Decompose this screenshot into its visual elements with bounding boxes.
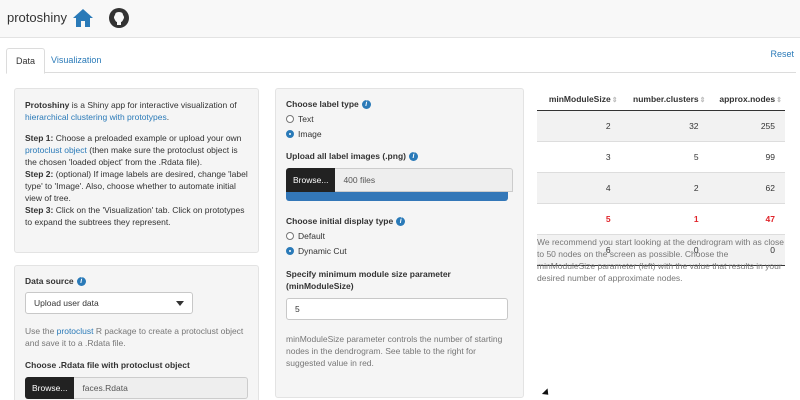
radio-button-selected[interactable] xyxy=(286,130,294,138)
help-text: Use the xyxy=(25,326,57,336)
table-header-row: minModuleSize⇕ number.clusters⇕ approx.n… xyxy=(537,88,785,111)
info-icon[interactable]: i xyxy=(361,99,371,109)
chevron-down-icon xyxy=(176,301,184,306)
hclust-prototypes-link[interactable]: hierarchical clustering with prototypes xyxy=(25,112,167,122)
table-row: 4 2 62 xyxy=(537,172,785,204)
recommendation-note: We recommend you start looking at the de… xyxy=(537,237,784,283)
min-module-size-help: minModuleSize parameter controls the num… xyxy=(286,334,503,368)
table-row: 2 32 255 xyxy=(537,110,785,142)
table-row-highlighted: 5 1 47 xyxy=(537,203,785,235)
radio-button[interactable] xyxy=(286,232,294,240)
rdata-file-label-text: Choose .Rdata file with protoclust objec… xyxy=(25,360,190,370)
home-icon[interactable] xyxy=(71,6,95,30)
protoclust-package-link[interactable]: protoclust xyxy=(57,326,94,336)
step-1: Step 1: Choose a preloaded example or up… xyxy=(25,132,248,168)
table-cell: 5 xyxy=(620,141,709,173)
info-icon[interactable]: i xyxy=(76,276,86,286)
rdata-file-input: Browse... faces.Rdata xyxy=(25,377,248,399)
table-cell: 255 xyxy=(708,110,785,142)
upload-progress-bar xyxy=(286,192,508,201)
data-source-label-text: Data source xyxy=(25,276,74,286)
table-cell: 1 xyxy=(620,203,709,235)
header-label: approx.nodes xyxy=(719,94,776,104)
table-cell: 47 xyxy=(708,203,785,235)
app-brand[interactable]: protoshiny xyxy=(7,10,67,25)
table-cell: 5 xyxy=(537,203,621,235)
rdata-file-name: faces.Rdata xyxy=(74,377,248,399)
step-2: Step 2: (optional) If image labels are d… xyxy=(25,168,248,204)
column-header-minmodulesize[interactable]: minModuleSize⇕ xyxy=(537,88,621,111)
data-source-panel: Data source i Upload user data Use the pr… xyxy=(14,265,259,400)
step-3: Step 3: Click on the 'Visualization' tab… xyxy=(25,204,248,228)
data-source-label: Data source i xyxy=(25,276,248,286)
options-panel: Choose label type i Text Image Upload all… xyxy=(275,88,524,398)
step-3-label: Step 3: xyxy=(25,205,54,215)
header-label: number.clusters xyxy=(633,94,699,104)
table-cell: 4 xyxy=(537,172,621,204)
upload-images-label: Upload all label images (.png) i xyxy=(286,151,513,161)
table-cell: 99 xyxy=(708,141,785,173)
info-icon[interactable]: i xyxy=(396,216,406,226)
table-cell: 2 xyxy=(620,172,709,204)
protoclust-object-link[interactable]: protoclust object xyxy=(25,145,87,155)
radio-label: Default xyxy=(298,231,325,241)
min-module-size-label: Specify minimum module size parameter (m… xyxy=(286,269,451,291)
column-header-approx-nodes[interactable]: approx.nodes⇕ xyxy=(708,88,785,111)
step-1-label: Step 1: xyxy=(25,133,54,143)
sort-icon: ⇕ xyxy=(699,97,706,104)
step-2-label: Step 2: xyxy=(25,169,54,179)
table-row: 3 5 99 xyxy=(537,141,785,173)
display-type-label-text: Choose initial display type xyxy=(286,216,394,226)
rdata-file-label: Choose .Rdata file with protoclust objec… xyxy=(25,360,248,370)
mouse-cursor-icon xyxy=(541,388,552,398)
tab-visualization[interactable]: Visualization xyxy=(42,48,110,73)
radio-label: Dynamic Cut xyxy=(298,246,347,256)
data-source-selected: Upload user data xyxy=(34,298,99,308)
sort-icon: ⇕ xyxy=(611,97,618,104)
radio-text[interactable]: Text xyxy=(286,114,513,124)
step-3-text: Click on the 'Visualization' tab. Click … xyxy=(25,205,245,227)
intro-text: is a Shiny app for interactive visualiza… xyxy=(69,100,237,110)
app-name: Protoshiny xyxy=(25,100,70,110)
radio-button-selected[interactable] xyxy=(286,247,294,255)
table-cell: 2 xyxy=(537,110,621,142)
images-file-count: 400 files xyxy=(335,168,513,192)
radio-label: Text xyxy=(298,114,314,124)
info-icon[interactable]: i xyxy=(408,151,418,161)
upload-images-label-text: Upload all label images (.png) xyxy=(286,151,406,161)
reset-link[interactable]: Reset xyxy=(770,49,794,59)
step-1-text: Choose a preloaded example or upload you… xyxy=(53,133,242,143)
rdata-browse-button[interactable]: Browse... xyxy=(25,377,75,399)
images-browse-button[interactable]: Browse... xyxy=(286,168,336,192)
step-2-text: (optional) If image labels are desired, … xyxy=(25,169,248,203)
tab-bar: Data Visualization xyxy=(6,48,796,74)
radio-dynamic-cut[interactable]: Dynamic Cut xyxy=(286,246,513,256)
table-cell: 3 xyxy=(537,141,621,173)
radio-default[interactable]: Default xyxy=(286,231,513,241)
intro-panel: Protoshiny is a Shiny app for interactiv… xyxy=(14,88,259,253)
label-type-label-text: Choose label type xyxy=(286,99,359,109)
intro-end: . xyxy=(166,112,170,122)
navbar: protoshiny xyxy=(0,0,800,38)
data-source-select[interactable]: Upload user data xyxy=(25,292,193,314)
github-icon[interactable] xyxy=(108,7,130,29)
radio-button[interactable] xyxy=(286,115,294,123)
column-header-number-clusters[interactable]: number.clusters⇕ xyxy=(620,88,709,111)
table-cell: 32 xyxy=(620,110,709,142)
radio-label: Image xyxy=(298,129,322,139)
sort-icon: ⇕ xyxy=(776,97,782,104)
min-module-size-input[interactable]: 5 xyxy=(286,298,508,320)
data-source-help: Use the protoclust R package to create a… xyxy=(25,325,248,349)
intro-paragraph: Protoshiny is a Shiny app for interactiv… xyxy=(25,99,248,123)
header-label: minModuleSize xyxy=(548,94,611,104)
tab-data[interactable]: Data xyxy=(6,48,46,74)
images-file-input: Browse... 400 files xyxy=(286,168,513,192)
display-type-label: Choose initial display type i xyxy=(286,216,513,226)
label-type-label: Choose label type i xyxy=(286,99,513,109)
table-cell: 62 xyxy=(708,172,785,204)
radio-image[interactable]: Image xyxy=(286,129,513,139)
